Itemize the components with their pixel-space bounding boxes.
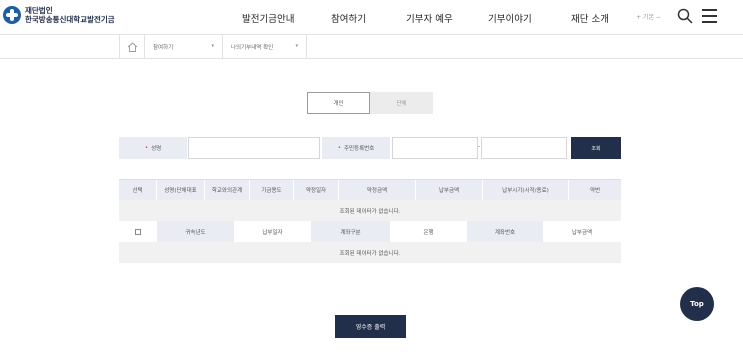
resident-number-separator: -: [478, 143, 481, 150]
donation-history-table: 선택 성명(단체대표 학교와의관계 기금용도 약정일자 약정금액 납부금액 납부…: [119, 179, 621, 263]
breadcrumb-item-participate[interactable]: 참여하기 ▾: [145, 35, 223, 58]
breadcrumb-label: 나의기부내역 확인: [231, 44, 274, 51]
home-icon[interactable]: [119, 35, 145, 58]
column-header: 납부일자: [235, 221, 311, 242]
nav-participate[interactable]: 참여하기: [331, 11, 366, 25]
column-header: 귀속년도: [157, 221, 235, 242]
chevron-down-icon: ▾: [295, 43, 298, 49]
resident-number-front-field[interactable]: [392, 137, 478, 159]
column-header: 약정일자: [294, 180, 339, 200]
foundation-logo-icon: [3, 6, 21, 24]
hamburger-menu-icon[interactable]: [702, 9, 718, 23]
logo-line-1: 재단법인: [25, 6, 53, 15]
site-logo[interactable]: 재단법인 한국방송통신대학교발전기금: [3, 6, 115, 24]
empty-message: 조회된 데이터가 없습니다.: [119, 200, 621, 221]
resident-number-back-field[interactable]: [481, 137, 567, 159]
search-icon[interactable]: [677, 8, 693, 24]
column-header: 성명(단체대표: [157, 180, 205, 200]
column-header: 납부시기(시작/종료): [483, 180, 569, 200]
resident-number-label: • 주민등록번호: [322, 137, 390, 159]
site-header: 재단법인 한국방송통신대학교발전기금 발전기금안내 참여하기 기부자 예우 기부…: [0, 0, 743, 35]
breadcrumb: 참여하기 ▾ 나의기부내역 확인 ▾: [0, 34, 743, 59]
empty-message: 조회된 데이터가 없습니다.: [119, 242, 621, 263]
name-label: • 성명: [119, 137, 187, 159]
column-header: 선택: [119, 180, 157, 200]
column-header: 학교와의관계: [205, 180, 250, 200]
tab-individual[interactable]: 개인: [307, 92, 370, 114]
name-field[interactable]: [188, 137, 320, 159]
tab-organization[interactable]: 단체: [370, 92, 433, 114]
column-header: 약정금액: [339, 180, 416, 200]
table-header-row: 선택 성명(단체대표 학교와의관계 기금용도 약정일자 약정금액 납부금액 납부…: [119, 179, 621, 200]
scroll-top-button[interactable]: Top: [680, 287, 714, 321]
column-header: 기금용도: [250, 180, 294, 200]
nav-foundation-intro[interactable]: 재단 소개: [571, 11, 609, 25]
select-all-cell: [119, 221, 157, 242]
column-header: 은행: [391, 221, 467, 242]
breadcrumb-item-my-donations[interactable]: 나의기부내역 확인 ▾: [223, 35, 307, 58]
search-button[interactable]: 조회: [571, 137, 621, 159]
nav-donor-honors[interactable]: 기부자 예우: [406, 11, 453, 25]
select-all-checkbox[interactable]: [134, 228, 141, 235]
font-size-control[interactable]: + 기본 −: [636, 12, 661, 21]
payment-detail-header-row: 귀속년도 납부일자 계좌구분 은행 계좌번호 납부금액: [119, 221, 621, 242]
logo-line-2: 한국방송통신대학교발전기금: [25, 15, 115, 24]
column-header: 계좌구분: [311, 221, 391, 242]
print-receipt-button[interactable]: 영수증 출력: [335, 315, 406, 338]
chevron-down-icon: ▾: [211, 43, 214, 49]
donor-type-tabs: 개인 단체: [307, 92, 433, 114]
column-header: 약번: [589, 188, 601, 194]
breadcrumb-label: 참여하기: [153, 44, 174, 51]
column-header: 납부금액: [416, 180, 483, 200]
nav-fund-guide[interactable]: 발전기금안내: [242, 11, 294, 25]
nav-donation-stories[interactable]: 기부이야기: [488, 11, 532, 25]
column-header: 계좌번호: [467, 221, 544, 242]
column-header: 납부금액: [544, 221, 621, 242]
